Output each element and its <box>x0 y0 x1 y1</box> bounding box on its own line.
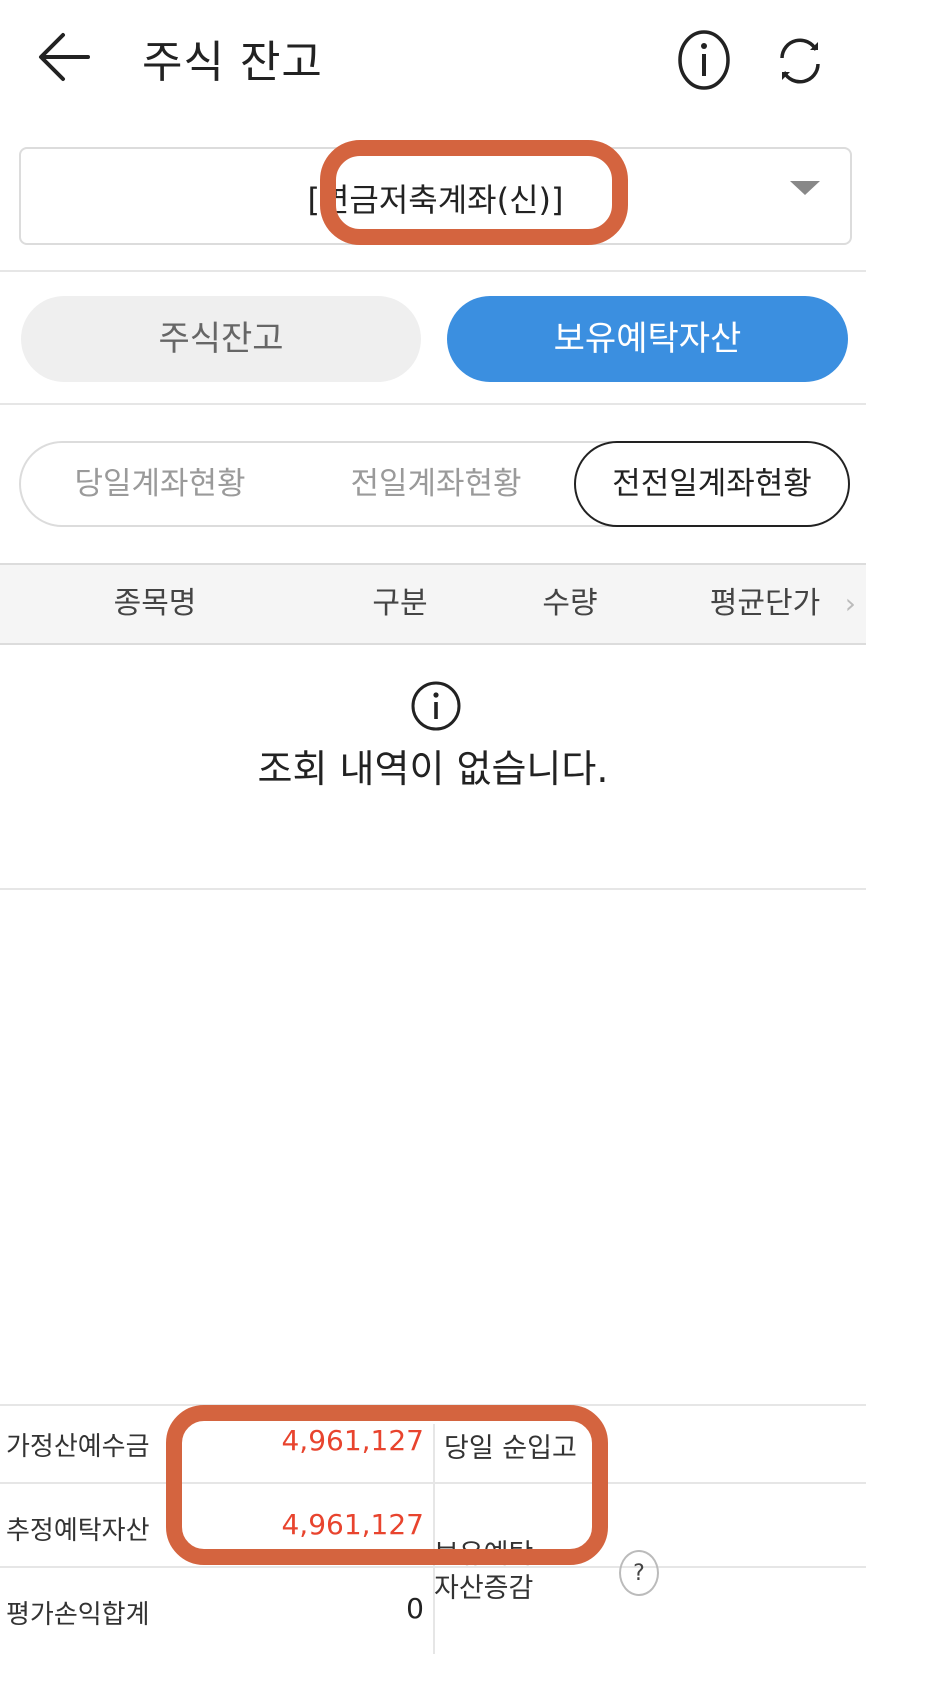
highlight-annotation <box>166 1405 608 1565</box>
tab-deposit-assets[interactable]: 보유예탁자산 <box>447 296 848 382</box>
tab-two-days-ago-status[interactable]: 전전일계좌현황 <box>574 441 850 527</box>
tab-yesterday-status[interactable]: 전일계좌현황 <box>316 441 556 527</box>
refresh-button[interactable] <box>770 30 830 92</box>
page-title: 주식 잔고 <box>142 37 323 88</box>
table-header: 종목명 구분 수량 평균단가 › <box>0 563 866 645</box>
summary-label-estimated-assets: 추정예탁자산 <box>6 1516 150 1546</box>
refresh-icon <box>780 38 820 84</box>
divider <box>0 403 866 405</box>
column-header-avg-price: 평균단가 <box>709 586 821 621</box>
caret-down-icon <box>790 181 820 195</box>
summary-label-pnl-total: 평가손익합계 <box>6 1600 150 1630</box>
chevron-right-icon[interactable]: › <box>845 565 856 643</box>
summary-value-pnl-total: 0 <box>406 1592 424 1625</box>
column-header-quantity: 수량 <box>542 586 598 621</box>
help-button[interactable]: ? <box>619 1550 659 1596</box>
info-button[interactable] <box>676 28 732 92</box>
column-header-type: 구분 <box>372 586 428 621</box>
summary-label-settlement-deposit: 가정산예수금 <box>6 1432 150 1462</box>
empty-message: 조회 내역이 없습니다. <box>257 747 609 791</box>
column-header-name: 종목명 <box>113 586 197 621</box>
divider <box>0 888 866 890</box>
back-button[interactable] <box>28 22 98 92</box>
info-circle-icon <box>410 680 462 732</box>
divider <box>0 270 866 272</box>
summary-label-asset-change-bottom: 자산증감 <box>434 1573 534 1604</box>
highlight-annotation <box>320 140 628 245</box>
tab-today-status[interactable]: 당일계좌현황 <box>40 441 280 527</box>
info-circle-icon <box>678 30 730 90</box>
tab-stock-balance[interactable]: 주식잔고 <box>21 296 421 382</box>
arrow-left-icon <box>39 33 90 81</box>
